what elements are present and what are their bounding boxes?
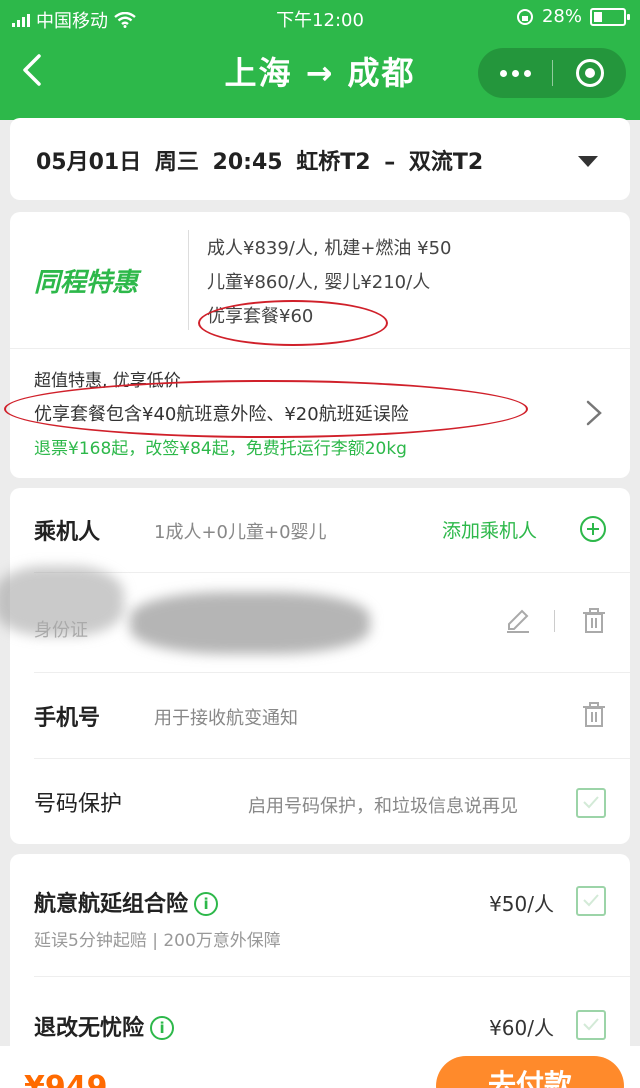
- pay-button[interactable]: 去付款: [436, 1056, 624, 1088]
- insurance-item-price: ¥50/人: [489, 892, 554, 916]
- passenger-id-row[interactable]: 身份证: [0, 566, 630, 672]
- insurance-item-desc: 延误5分钟起赔 | 200万意外保障: [34, 931, 281, 951]
- trash-icon[interactable]: [582, 702, 606, 728]
- miniprogram-capsule: [478, 48, 626, 98]
- number-protection-row: 号码保护 启用号码保护，和垃圾信息说再见: [10, 758, 630, 844]
- insurance-checkbox[interactable]: [576, 886, 606, 916]
- adult-price: 成人¥839/人, 机建+燃油 ¥50: [207, 238, 452, 259]
- id-type-label: 身份证: [34, 620, 88, 641]
- price-card: 同程特惠 成人¥839/人, 机建+燃油 ¥50 儿童¥860/人, 婴儿¥21…: [4, 212, 630, 478]
- insurance-item-name: 退改无忧险 i: [34, 1010, 175, 1042]
- phone-label: 手机号: [34, 706, 101, 731]
- passenger-label: 乘机人: [34, 520, 101, 545]
- status-bar: 中国移动 下午12:00 28%: [0, 0, 640, 36]
- number-protection-checkbox[interactable]: [576, 788, 606, 818]
- info-icon[interactable]: i: [194, 892, 219, 916]
- caret-down-icon[interactable]: [578, 156, 598, 167]
- trash-icon[interactable]: [582, 608, 606, 634]
- brand-label: 同程特惠: [34, 268, 139, 298]
- flight-summary-card[interactable]: 05月01日 周三 20:45 虹桥T2 – 双流T2: [10, 118, 630, 200]
- total-price: ¥949: [24, 1070, 108, 1088]
- add-circle-icon[interactable]: [580, 516, 606, 542]
- child-price: 儿童¥860/人, 婴儿¥210/人: [207, 272, 431, 293]
- flight-summary: 05月01日 周三 20:45 虹桥T2 – 双流T2: [36, 150, 484, 175]
- redaction-blur: [130, 592, 370, 654]
- check-icon: [583, 894, 599, 907]
- passenger-count: 1成人+0儿童+0婴儿: [154, 522, 327, 543]
- divider: [34, 976, 630, 977]
- annotation-circle: [4, 380, 528, 438]
- annotation-circle: [198, 300, 388, 346]
- close-miniprogram-button[interactable]: [553, 59, 626, 87]
- check-icon: [583, 1018, 599, 1031]
- top-header: 中国移动 下午12:00 28% 上海 → 成都: [0, 0, 640, 120]
- number-protection-hint: 启用号码保护，和垃圾信息说再见: [248, 796, 518, 817]
- check-icon: [583, 796, 599, 809]
- target-icon: [575, 59, 604, 87]
- phone-row: 手机号 用于接收航变通知: [10, 672, 630, 758]
- passenger-card: 乘机人 1成人+0儿童+0婴儿 添加乘机人 身份证 手机号 用于接收航变通知 号…: [0, 488, 630, 844]
- info-icon[interactable]: i: [150, 1016, 175, 1040]
- refund-policy: 退票¥168起，改签¥84起，免费托运行李额20kg: [34, 439, 407, 459]
- divider: [10, 348, 630, 349]
- action-divider: [554, 610, 555, 632]
- nav-bar: 上海 → 成都: [0, 38, 640, 108]
- bottom-bar: ¥949 去付款: [0, 1046, 640, 1088]
- battery-percent: 28%: [541, 6, 582, 27]
- insurance-checkbox[interactable]: [576, 1010, 606, 1040]
- add-passenger-button[interactable]: 添加乘机人: [442, 516, 537, 543]
- more-button[interactable]: [478, 69, 552, 77]
- insurance-item-price: ¥60/人: [489, 1016, 554, 1040]
- insurance-name-text: 航意航延组合险: [34, 892, 189, 917]
- orientation-lock-icon: [516, 8, 533, 25]
- number-protection-label: 号码保护: [34, 792, 123, 817]
- battery-icon: [590, 7, 630, 26]
- status-right: 28%: [516, 6, 630, 27]
- edit-icon[interactable]: [504, 606, 532, 634]
- insurance-name-text: 退改无忧险: [34, 1016, 145, 1041]
- phone-input[interactable]: 用于接收航变通知: [154, 704, 298, 730]
- chevron-right-icon[interactable]: [582, 398, 606, 428]
- vertical-divider: [188, 230, 189, 330]
- insurance-item-name: 航意航延组合险 i: [34, 886, 219, 918]
- passenger-row: 乘机人 1成人+0儿童+0婴儿 添加乘机人: [10, 488, 630, 572]
